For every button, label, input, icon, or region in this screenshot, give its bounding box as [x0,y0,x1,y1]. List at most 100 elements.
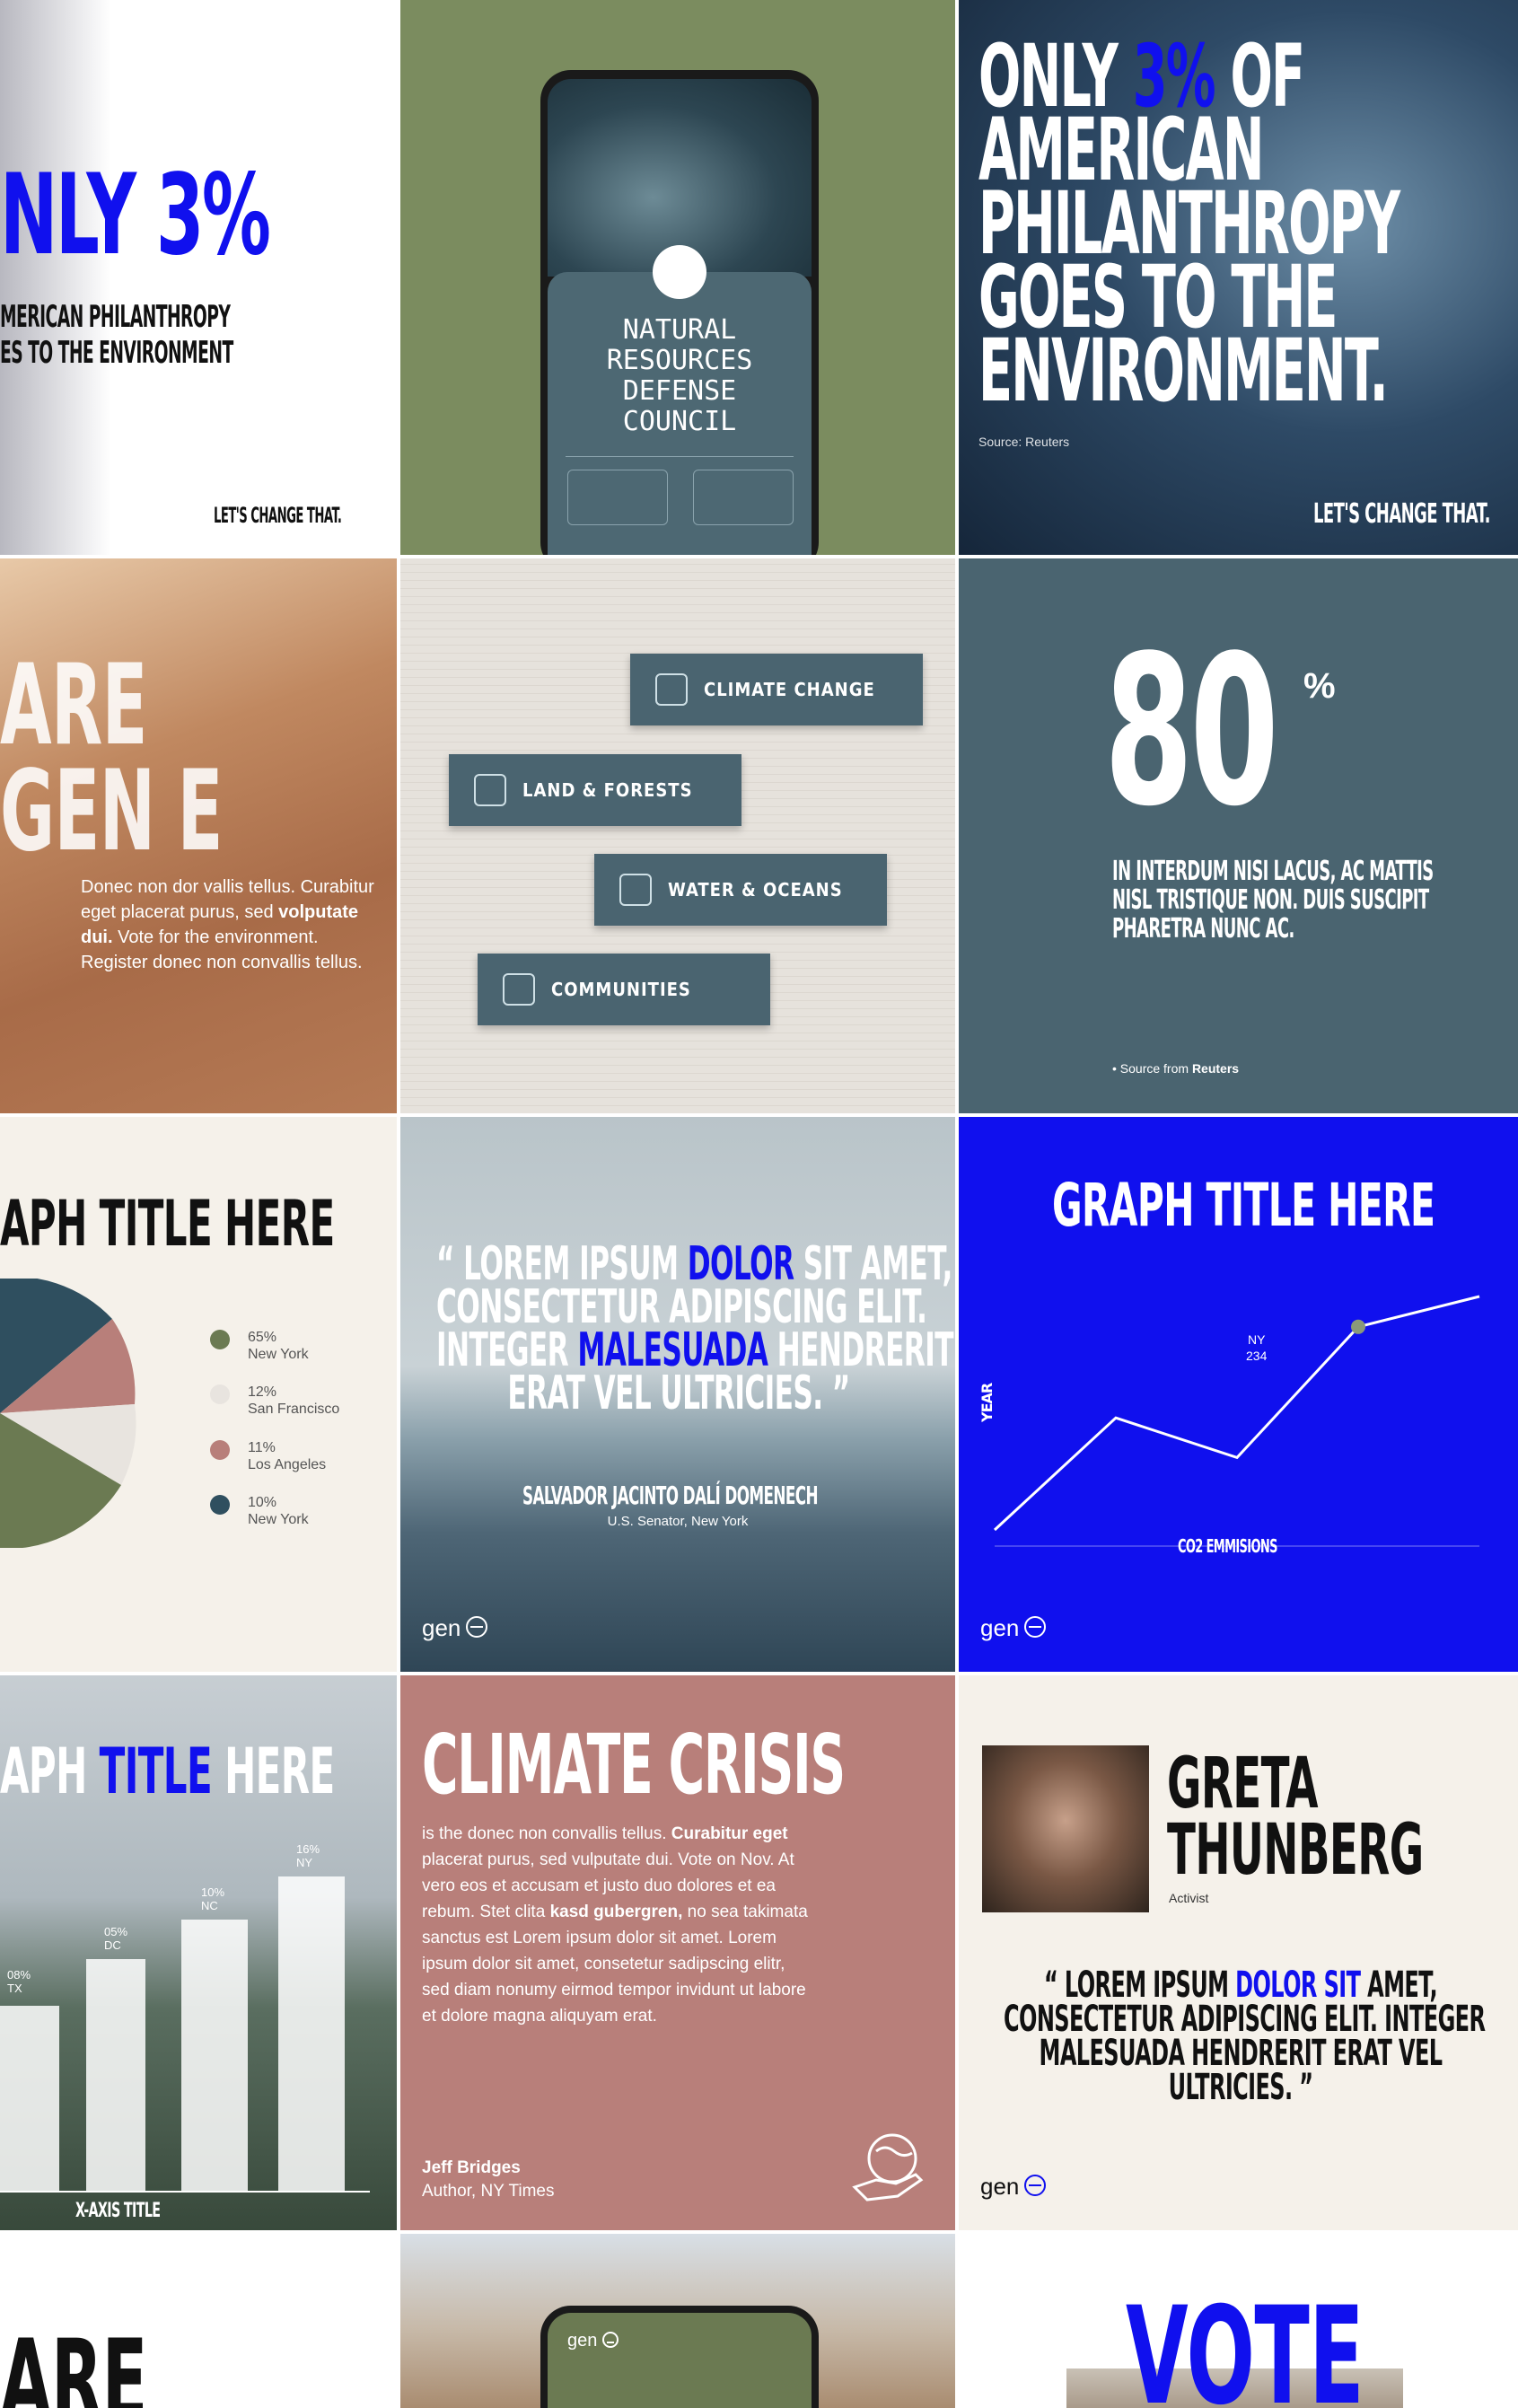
legend-item-4: 10% New York [248,1495,309,1527]
greta-quote-line1: “ LOREM IPSUM DOLOR SIT AMET, [1043,1964,1438,2006]
phone-mockup: NATURAL RESOURCES DEFENSE COUNCIL [540,70,819,555]
x-axis-line [0,2191,370,2193]
org-card: NATURAL RESOURCES DEFENSE COUNCIL [548,245,812,555]
subheadline-1: MERICAN PHILANTHROPY [0,299,231,335]
vote-headline: VOTE [1126,2279,1364,2408]
org-name-line1: NATURAL [622,314,737,346]
portrait-photo [982,1745,1149,1912]
stat-text-2: NISL TRISTIQUE NON. DUIS SUSCIPIT [1112,884,1429,916]
x-axis-label: X-AXIS TITLE [75,2200,161,2222]
trees-icon [474,774,506,806]
gen-logo: gen [980,1614,1047,1642]
org-logo [653,245,706,299]
line-chart [993,1295,1480,1547]
category-land-forests[interactable]: LAND & FORESTS [449,754,741,826]
crisis-author: Jeff Bridges [422,2158,521,2177]
quote-line3: INTEGER MALESUADA HENDRERIT [436,1323,954,1377]
tile-vote-partial: VOTE [959,2234,1518,2408]
tile-climate-crisis: CLIMATE CRISIS is the donec non convalli… [400,1675,955,2230]
bar-nc [181,1920,248,2191]
gen-logo: gen [567,2331,619,2351]
quote-line1: “ LOREM IPSUM DOLOR SIT AMET, [436,1237,952,1291]
person-role: Activist [1169,1891,1209,1905]
tile-line-chart: GRAPH TITLE HERE YEAR NY 234 CO2 EMMISIO… [959,1117,1518,1672]
tile-pie-chart: APH TITLE HERE 65% New York 12% San Franci… [0,1117,397,1672]
category-label: LAND & FORESTS [522,779,693,801]
legend-item-2: 12% San Francisco [248,1384,340,1417]
annotation-label: NY [1248,1332,1266,1347]
cta-text: LET'S CHANGE THAT. [214,503,342,528]
tile-phone-nrdc: NATURAL RESOURCES DEFENSE COUNCIL [400,0,955,555]
x-axis-label: CO2 EMMISIONS [1178,1535,1277,1557]
quote-line4: ERAT VEL ULTRICIES. ” [507,1367,850,1420]
series-line [993,1295,1480,1532]
category-label: WATER & OCEANS [668,879,843,901]
headline: NLY 3% [0,151,271,280]
tile-bar-chart: APH TITLE HERE 08% TX 05% DC 10% NC 16% NY X… [0,1675,397,2230]
bar-label-tx: 08% TX [7,1968,31,1995]
cta-text: LET'S CHANGE THAT. [1313,498,1490,530]
person-first-name: GRETA [1167,1744,1319,1824]
waves-icon [619,874,652,906]
greta-quote-line2: CONSECTETUR ADIPISCING ELIT. INTEGER [1004,1999,1486,2040]
annotated-point [1351,1319,1365,1334]
tile-iceberg-quote: “ LOREM IPSUM DOLOR SIT AMET, CONSECTETU… [400,1117,955,1672]
bar-tx [0,2006,59,2191]
headline-gen-e: GEN E [0,747,223,876]
category-label: COMMUNITIES [551,979,691,1000]
org-name-line4: COUNCIL [622,406,737,437]
phone-mockup: gen [540,2306,819,2408]
card-button-left[interactable] [567,470,668,525]
legend-dot-2 [210,1384,230,1404]
headline-are: ARE [0,2316,147,2408]
gen-logo: gen [980,2173,1047,2201]
category-communities[interactable]: COMMUNITIES [478,954,770,1025]
stat-text-3: PHARETRA NUNC AC. [1112,913,1294,945]
annotation-value: 234 [1246,1349,1268,1363]
bar-label-dc: 05% DC [104,1925,128,1952]
stat-source: • Source from Reuters [1112,1061,1240,1076]
category-label: CLIMATE CHANGE [704,679,875,700]
tile-phone-mountains: gen [400,2234,955,2408]
crisis-title: CLIMATE CRISIS [422,1717,846,1813]
org-name-line2: RESOURCES [606,345,753,376]
tile-stat-80: 80 % IN INTERDUM NISI LACUS, AC MATTIS N… [959,558,1518,1113]
category-water-oceans[interactable]: WATER & OCEANS [594,854,887,926]
tile-are-partial: ARE [0,2234,397,2408]
tile-categories: CLIMATE CHANGE LAND & FORESTS WATER & OC… [400,558,955,1113]
legend-dot-4 [210,1495,230,1515]
bar-label-ny: 16% NY [296,1842,320,1869]
tile-desert: ARE GEN E Donec non dor vallis tellus. C… [0,558,397,1113]
card-button-right[interactable] [693,470,794,525]
greta-quote-line3: MALESUADA HENDRERIT ERAT VEL [1039,2033,1443,2074]
bar-dc [86,1959,145,2191]
legend-dot-3 [210,1440,230,1460]
source-text: Source: Reuters [978,435,1070,449]
greta-quote-line4: ULTRICIES. ” [1168,2067,1313,2108]
tile-greta-quote: GRETA THUNBERG Activist “ LOREM IPSUM DO… [959,1675,1518,2230]
pie-chart [0,1279,136,1548]
org-name-line3: DEFENSE [622,375,737,407]
quote-role: U.S. Senator, New York [607,1514,749,1529]
legend-item-3: 11% Los Angeles [248,1440,327,1472]
stat-number: 80 [1104,612,1279,852]
globe-hand-icon [852,2133,924,2201]
chart-title: APH TITLE HERE [0,1735,335,1808]
body-text: Donec non dor vallis tellus. Curabitur e… [81,877,374,972]
headline-line5: ENVIRONMENT. [978,321,1389,421]
legend-item-1: 65% New York [248,1330,309,1362]
tile-only-3-percent: NLY 3% MERICAN PHILANTHROPY ES TO THE EN… [0,0,397,555]
category-climate-change[interactable]: CLIMATE CHANGE [630,654,923,725]
globe-icon [655,673,688,706]
bar-ny [278,1876,345,2191]
subheadline-2: ES TO THE ENVIRONMENT [0,335,233,371]
crisis-author-role: Author, NY Times [422,2182,555,2201]
people-icon [503,973,535,1006]
quote-line2: CONSECTETUR ADIPISCING ELIT. [436,1280,927,1334]
chart-title: GRAPH TITLE HERE [1052,1171,1435,1240]
legend-dot-1 [210,1330,230,1349]
person-last-name: THUNBERG [1167,1810,1424,1891]
quote-author: SALVADOR JACINTO DALÍ DOMENECH [522,1481,819,1510]
card-divider [566,456,794,457]
chart-title: APH TITLE HERE [0,1187,335,1261]
